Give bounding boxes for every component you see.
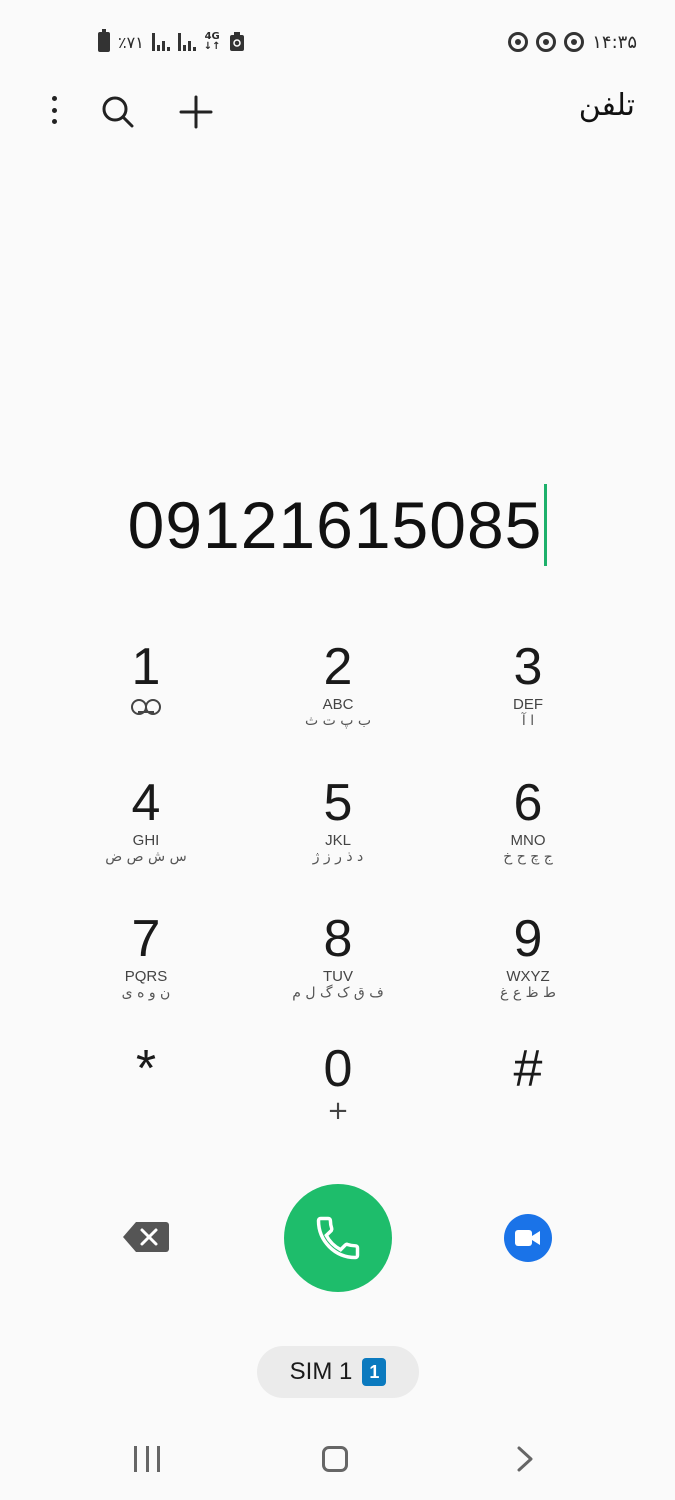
key-farsi-letters: ن و ه ی <box>121 985 171 1001</box>
app-notification-icon <box>508 32 529 52</box>
key-letters: PQRS <box>124 968 168 985</box>
key-7[interactable]: 7 PQRS ن و ه ی <box>66 910 226 1030</box>
network-type-icon: 4G ↓↑ <box>203 31 221 52</box>
key-digit: 2 <box>323 638 353 696</box>
number-display-row[interactable]: 09121615085 <box>0 482 675 568</box>
key-4[interactable]: 4 GHI س ش ص ض <box>66 774 226 894</box>
key-farsi-letters: س ش ص ض <box>105 849 187 865</box>
key-farsi-letters: ا آ <box>521 713 535 729</box>
key-5[interactable]: 5 JKL د ذ ر ز ژ <box>258 774 418 894</box>
key-farsi-letters: ف ق ک گ ل م <box>292 985 384 1001</box>
video-call-button[interactable] <box>504 1214 552 1262</box>
navigation-bar <box>0 1420 675 1500</box>
key-letters: TUV <box>323 968 353 985</box>
key-letters: JKL <box>325 832 351 849</box>
key-6[interactable]: 6 MNO ج چ ح خ <box>448 774 608 894</box>
key-plus-label: + <box>327 1096 349 1126</box>
key-letters: WXYZ <box>506 968 550 985</box>
recycle-notification-icon <box>229 32 244 51</box>
app-notification-icon <box>564 32 585 52</box>
key-digit: 0 <box>323 1040 353 1098</box>
status-left: ٪۷۱ 4G ↓↑ <box>98 28 245 56</box>
sim-selector[interactable]: SIM 1 1 <box>257 1346 419 1398</box>
more-options-icon[interactable] <box>40 92 68 128</box>
key-1[interactable]: 1 <box>66 638 226 758</box>
battery-icon <box>98 29 110 52</box>
key-farsi-letters: ج چ ح خ <box>503 849 553 865</box>
key-3[interactable]: 3 DEF ا آ <box>448 638 608 758</box>
key-0[interactable]: 0 + <box>258 1040 418 1160</box>
key-letters: MNO <box>510 832 546 849</box>
sim-label: SIM 1 <box>289 1358 353 1385</box>
key-farsi-letters: د ذ ر ز ژ <box>312 849 364 865</box>
signal-icon <box>177 33 196 51</box>
key-letters: DEF <box>513 696 543 713</box>
sim-badge-icon: 1 <box>362 1358 387 1386</box>
status-bar: ٪۷۱ 4G ↓↑ ۱۴:۳۵ <box>0 0 675 82</box>
key-digit: 8 <box>323 910 353 968</box>
key-digit: 4 <box>131 774 161 832</box>
key-farsi-letters: ب پ ت ث <box>304 713 372 729</box>
signal-icon <box>151 33 170 51</box>
action-row <box>0 1184 675 1292</box>
key-letters: ABC <box>322 696 354 713</box>
recents-icon[interactable] <box>134 1446 160 1472</box>
key-digit: # <box>513 1040 543 1098</box>
key-hash[interactable]: # <box>448 1040 608 1160</box>
backspace-icon[interactable] <box>122 1220 170 1254</box>
status-right: ۱۴:۳۵ <box>508 28 637 56</box>
key-9[interactable]: 9 WXYZ ط ظ ع غ <box>448 910 608 1030</box>
video-call-icon <box>515 1230 540 1246</box>
call-button[interactable] <box>284 1184 392 1292</box>
key-digit: 7 <box>131 910 161 968</box>
text-cursor <box>544 484 548 566</box>
key-letters: GHI <box>132 832 160 849</box>
dialed-number[interactable]: 09121615085 <box>128 482 543 568</box>
home-icon[interactable] <box>322 1446 348 1472</box>
key-digit: 3 <box>513 638 543 696</box>
key-digit: 9 <box>513 910 543 968</box>
app-notification-icon <box>536 32 557 52</box>
key-star[interactable]: * <box>66 1040 226 1160</box>
key-digit: 1 <box>131 638 161 696</box>
key-8[interactable]: 8 TUV ف ق ک گ ل م <box>258 910 418 1030</box>
key-farsi-letters: ط ظ ع غ <box>500 985 556 1001</box>
clock: ۱۴:۳۵ <box>592 31 637 53</box>
key-digit: * <box>135 1040 157 1098</box>
key-digit: 5 <box>323 774 353 832</box>
back-icon[interactable] <box>510 1444 540 1474</box>
voicemail-icon <box>130 699 162 715</box>
add-icon[interactable] <box>176 92 216 132</box>
phone-icon <box>316 1216 360 1260</box>
key-2[interactable]: 2 ABC ب پ ت ث <box>258 638 418 758</box>
battery-percent: ٪۷۱ <box>118 32 144 52</box>
search-icon[interactable] <box>98 92 138 132</box>
key-digit: 6 <box>513 774 543 832</box>
app-bar: تلفن <box>0 82 675 138</box>
app-title: تلفن <box>578 88 635 123</box>
